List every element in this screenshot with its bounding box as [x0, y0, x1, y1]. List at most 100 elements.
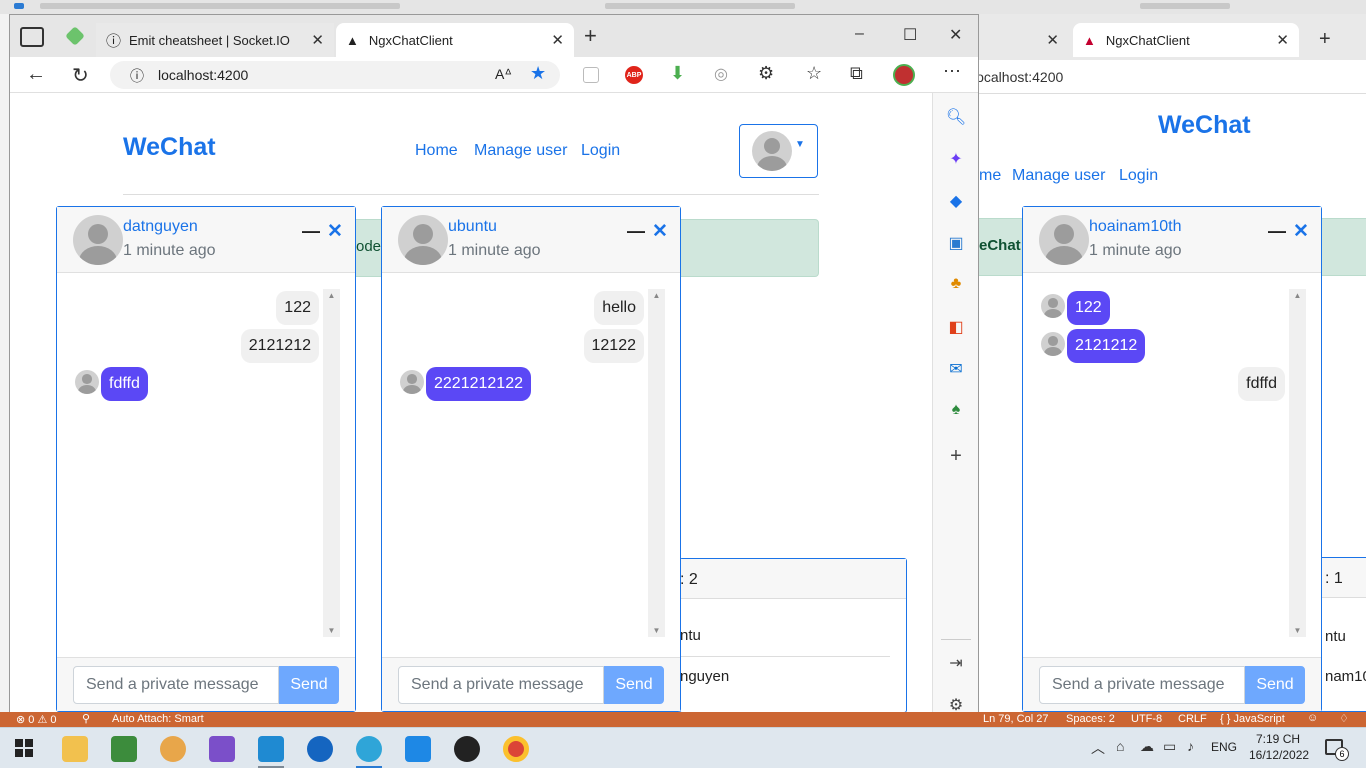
indent-setting[interactable]: Spaces: 2: [1066, 713, 1115, 725]
chat-username[interactable]: datnguyen: [123, 218, 198, 236]
scroll-down-icon[interactable]: ▼: [1289, 626, 1306, 635]
back-online-item[interactable]: ntu: [1325, 628, 1346, 645]
outlook-icon[interactable]: ✉: [933, 359, 979, 379]
send-button[interactable]: Send: [1245, 666, 1305, 704]
read-aloud-icon[interactable]: Aᐞ: [495, 66, 512, 83]
back-nav-manage-user[interactable]: Manage user: [1012, 167, 1105, 185]
scroll-up-icon[interactable]: ▲: [1289, 291, 1306, 300]
games-icon[interactable]: ♣: [933, 275, 979, 293]
user-dropdown-button[interactable]: ▼: [739, 124, 818, 178]
volume-icon[interactable]: ♪: [1187, 738, 1194, 754]
tab-actions-icon[interactable]: [20, 27, 44, 47]
clock-time[interactable]: 7:19 CH: [1256, 732, 1300, 746]
back-url[interactable]: localhost:4200: [973, 69, 1063, 85]
tools-icon[interactable]: ▣: [933, 233, 979, 253]
close-icon[interactable]: ✕: [327, 220, 343, 243]
notepad-plus-icon[interactable]: [111, 736, 137, 762]
url-text[interactable]: localhost:4200: [158, 67, 248, 83]
close-icon[interactable]: ✕: [311, 31, 324, 49]
back-tab-2[interactable]: ▲ NgxChatClient ✕: [1073, 23, 1299, 57]
scroll-down-icon[interactable]: ▼: [323, 626, 340, 635]
nav-login[interactable]: Login: [581, 142, 620, 160]
file-explorer-icon[interactable]: [62, 736, 88, 762]
cursor-position[interactable]: Ln 79, Col 27: [983, 713, 1048, 725]
vscode-icon[interactable]: [258, 736, 284, 762]
back-arrow-icon[interactable]: ←: [26, 63, 46, 86]
edge-icon[interactable]: [356, 736, 382, 762]
private-message-input[interactable]: Send a private message: [398, 666, 604, 704]
new-tab-icon[interactable]: +: [584, 23, 597, 49]
notifications-bell-icon[interactable]: ♢: [1339, 712, 1349, 725]
minimize-icon[interactable]: —: [1268, 221, 1286, 242]
clock-date[interactable]: 16/12/2022: [1249, 748, 1309, 762]
private-message-input[interactable]: Send a private message: [73, 666, 279, 704]
more-menu-icon[interactable]: ⋯: [943, 61, 961, 82]
accounts-icon[interactable]: ☺: [1307, 712, 1318, 724]
send-button[interactable]: Send: [279, 666, 339, 704]
shopping-tag-icon[interactable]: ◆: [933, 191, 979, 211]
send-button[interactable]: Send: [604, 666, 664, 704]
url-field[interactable]: ⓘ localhost:4200 Aᐞ ★: [110, 61, 560, 89]
back-nav-login[interactable]: Login: [1119, 167, 1158, 185]
new-tab-icon[interactable]: +: [1319, 28, 1331, 51]
search-icon[interactable]: 🔍︎: [933, 107, 979, 127]
back-address-bar[interactable]: localhost:4200: [973, 60, 1366, 94]
input-language[interactable]: ENG: [1211, 740, 1237, 754]
minimize-button[interactable]: –: [855, 25, 864, 43]
paint-icon[interactable]: [160, 736, 186, 762]
close-icon[interactable]: ✕: [1276, 31, 1289, 49]
private-message-input[interactable]: Send a private message: [1039, 666, 1245, 704]
scroll-up-icon[interactable]: ▲: [648, 291, 665, 300]
close-icon[interactable]: ✕: [652, 220, 668, 243]
auto-attach[interactable]: Auto Attach: Smart: [112, 713, 204, 725]
extensions-puzzle-icon[interactable]: ⚙: [758, 63, 774, 84]
scroll-up-icon[interactable]: ▲: [323, 291, 340, 300]
office-icon[interactable]: ◧: [933, 317, 979, 337]
chat-messages[interactable]: hello 12122 2221212122 ▲ ▼: [382, 273, 680, 657]
scroll-down-icon[interactable]: ▼: [648, 626, 665, 635]
copilot-icon[interactable]: ✦: [933, 149, 979, 169]
problems-indicator[interactable]: ⊗ 0 ⚠ 0: [16, 713, 56, 726]
drop-tree-icon[interactable]: ♠: [933, 401, 979, 419]
close-icon[interactable]: ✕: [1046, 31, 1059, 49]
chat-messages[interactable]: 122 2121212 fdffd ▲ ▼: [1023, 273, 1321, 657]
language-mode[interactable]: { } JavaScript: [1220, 713, 1285, 725]
hide-sidebar-icon[interactable]: ⇥: [933, 653, 979, 673]
back-nav-home[interactable]: me: [979, 167, 1001, 185]
word-icon[interactable]: [307, 736, 333, 762]
nav-home[interactable]: Home: [415, 142, 458, 160]
mail-icon[interactable]: [405, 736, 431, 762]
tab-socketio[interactable]: ⓘ Emit cheatsheet | Socket.IO ✕: [96, 23, 334, 57]
add-sidebar-icon[interactable]: +: [933, 445, 979, 468]
favorite-star-icon[interactable]: ★: [530, 63, 546, 84]
close-icon[interactable]: ✕: [1293, 220, 1309, 243]
line-ending[interactable]: CRLF: [1178, 713, 1207, 725]
encoding[interactable]: UTF-8: [1131, 713, 1162, 725]
download-extension-icon[interactable]: ⬇: [670, 63, 685, 84]
extension-grid-icon[interactable]: [583, 67, 599, 83]
minimize-icon[interactable]: —: [627, 221, 645, 242]
workspace-icon[interactable]: [65, 26, 85, 46]
chat-username[interactable]: ubuntu: [448, 218, 497, 236]
maximize-button[interactable]: ☐: [903, 25, 917, 45]
minimize-icon[interactable]: —: [302, 221, 320, 242]
cloud-icon[interactable]: ☁: [1140, 738, 1154, 755]
network-icon[interactable]: ▭: [1163, 738, 1176, 755]
chat-messages[interactable]: 122 2121212 fdffd ▲ ▼: [57, 273, 355, 657]
notification-center-icon[interactable]: 6: [1325, 739, 1349, 761]
collections-icon[interactable]: ⧉: [850, 63, 863, 84]
start-windows-icon[interactable]: [15, 739, 33, 757]
nav-manage-user[interactable]: Manage user: [474, 142, 567, 160]
scrollbar[interactable]: ▲ ▼: [323, 289, 340, 637]
visual-studio-icon[interactable]: [209, 736, 235, 762]
info-icon[interactable]: ⓘ: [130, 66, 144, 86]
online-user-item[interactable]: nguyen: [680, 668, 729, 685]
brand-logo[interactable]: WeChat: [123, 133, 216, 162]
back-online-item[interactable]: nam10: [1325, 668, 1366, 685]
refresh-icon[interactable]: ↻: [72, 63, 89, 88]
online-user-item[interactable]: ntu: [680, 627, 701, 644]
usb-icon[interactable]: ⌂: [1116, 738, 1124, 754]
scrollbar[interactable]: ▲ ▼: [648, 289, 665, 637]
back-brand[interactable]: WeChat: [1158, 111, 1251, 140]
tab-ngxchatclient[interactable]: ▲ NgxChatClient ✕: [336, 23, 574, 57]
